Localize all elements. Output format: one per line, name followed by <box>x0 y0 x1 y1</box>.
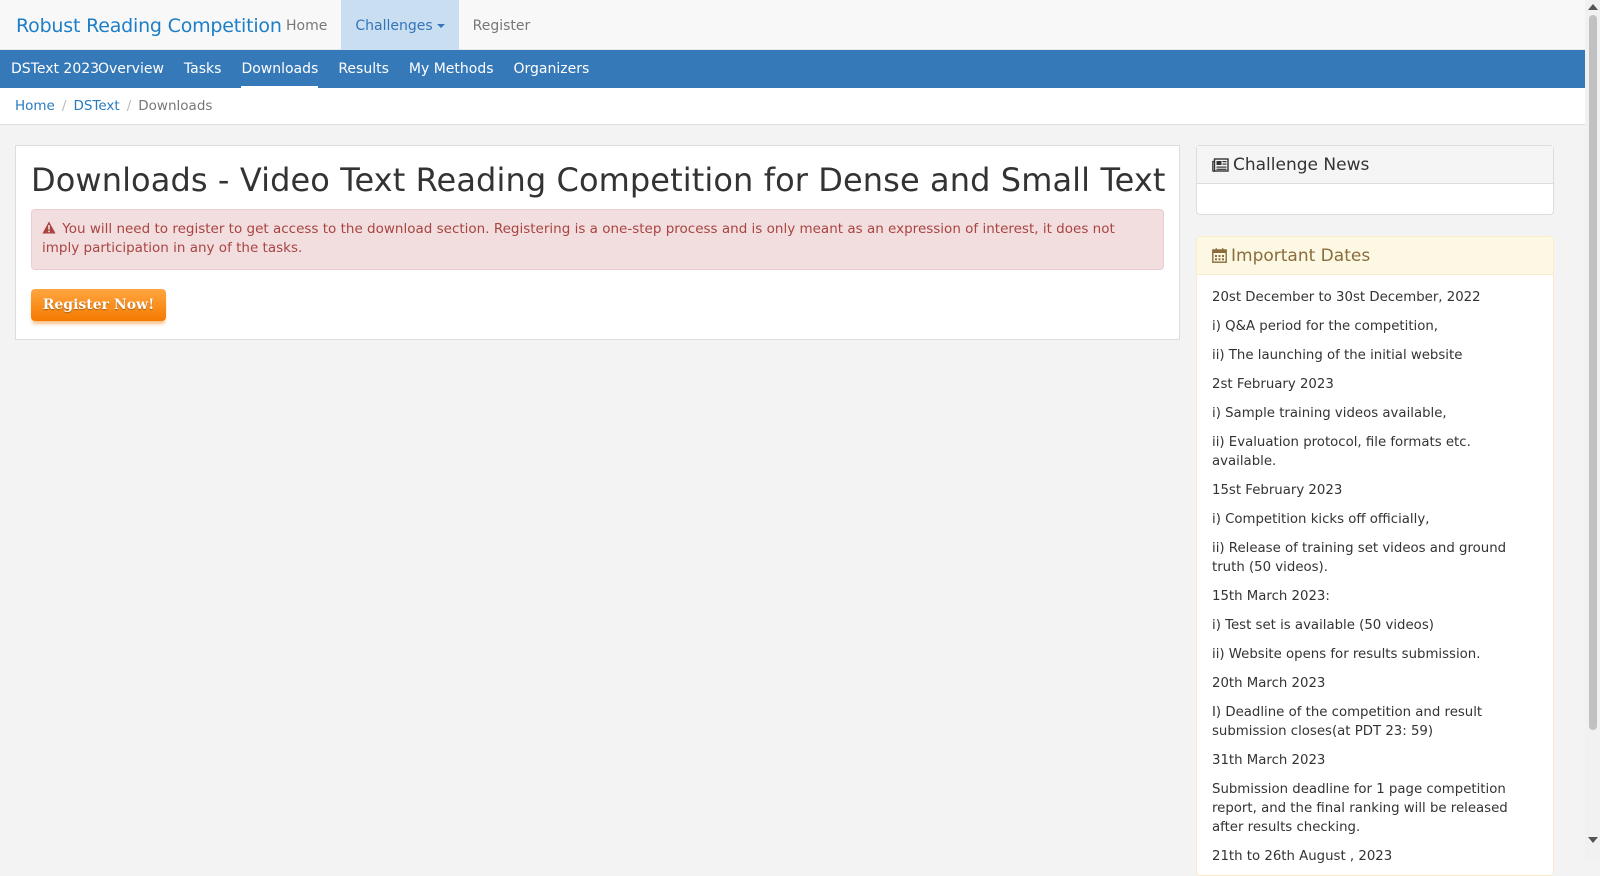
date-entry: i) Competition kicks off officially, <box>1212 512 1430 527</box>
challenge-news-header: Challenge News <box>1197 146 1553 184</box>
date-entry: ii) Release of training set videos and g… <box>1212 541 1507 575</box>
challenge-title[interactable]: DSText 2023 <box>11 61 99 77</box>
scroll-up-arrow-icon[interactable] <box>1588 4 1598 10</box>
top-nav: Home Challenges Register <box>272 0 544 50</box>
date-entry: ii) The launching of the initial website <box>1212 348 1463 363</box>
important-dates-list: 20st December to 30st December, 2022 i) … <box>1197 275 1553 866</box>
alert-text: You will need to register to get access … <box>42 221 1115 256</box>
page-title: Downloads - Video Text Reading Competiti… <box>31 161 1166 199</box>
date-entry: ii) Website opens for results submission… <box>1212 647 1481 662</box>
important-dates-header: Important Dates <box>1197 237 1553 275</box>
downloads-panel: Downloads - Video Text Reading Competiti… <box>15 145 1180 340</box>
tab-organizers[interactable]: Organizers <box>514 50 590 86</box>
date-entry: 15st February 2023 <box>1212 483 1343 498</box>
date-entry: 2st February 2023 <box>1212 377 1334 392</box>
register-alert: You will need to register to get access … <box>31 209 1164 270</box>
date-entry: 20th March 2023 <box>1212 676 1326 691</box>
important-dates-title: Important Dates <box>1231 246 1371 266</box>
tab-my-methods[interactable]: My Methods <box>409 50 494 86</box>
date-entry: 20st December to 30st December, 2022 <box>1212 290 1481 305</box>
breadcrumb-separator: / <box>126 98 132 114</box>
tab-tasks[interactable]: Tasks <box>184 50 222 86</box>
newspaper-icon <box>1212 158 1229 172</box>
nav-challenges-dropdown[interactable]: Challenges <box>341 0 459 50</box>
tab-overview[interactable]: Overview <box>98 50 164 86</box>
register-now-button[interactable]: Register Now! <box>31 289 166 321</box>
nav-register[interactable]: Register <box>459 0 545 50</box>
date-entry: Submission deadline for 1 page competiti… <box>1212 782 1508 835</box>
date-entry: I) Deadline of the competition and resul… <box>1212 705 1483 739</box>
tab-downloads[interactable]: Downloads <box>241 50 319 88</box>
tab-results[interactable]: Results <box>338 50 389 86</box>
breadcrumb-current: Downloads <box>138 98 213 114</box>
challenge-news-title: Challenge News <box>1233 155 1370 175</box>
date-entry: 31th March 2023 <box>1212 753 1326 768</box>
challenge-subnav: DSText 2023 Overview Tasks Downloads Res… <box>0 50 1585 88</box>
date-entry: i) Sample training videos available, <box>1212 406 1447 421</box>
challenge-news-panel: Challenge News <box>1196 145 1554 215</box>
nav-challenges-label: Challenges <box>355 18 433 34</box>
date-entry: i) Test set is available (50 videos) <box>1212 618 1434 633</box>
scroll-down-arrow-icon[interactable] <box>1588 837 1598 843</box>
breadcrumb-separator: / <box>61 98 67 114</box>
date-entry: 15th March 2023: <box>1212 589 1330 604</box>
brand-link[interactable]: Robust Reading Competition <box>16 15 282 37</box>
scrollbar-thumb[interactable] <box>1589 15 1597 730</box>
nav-home[interactable]: Home <box>272 0 341 50</box>
caret-down-icon <box>436 24 445 28</box>
date-entry: ii) Evaluation protocol, file formats et… <box>1212 435 1471 469</box>
warning-triangle-icon <box>42 221 56 234</box>
challenge-links: Overview Tasks Downloads Results My Meth… <box>98 50 609 88</box>
date-entry: i) Q&A period for the competition, <box>1212 319 1439 334</box>
breadcrumb: Home / DSText / Downloads <box>0 88 1585 125</box>
important-dates-panel: Important Dates 20st December to 30st De… <box>1196 236 1554 876</box>
breadcrumb-home[interactable]: Home <box>15 98 55 114</box>
breadcrumb-dstext[interactable]: DSText <box>73 98 119 114</box>
page-scrollbar[interactable] <box>1585 0 1600 861</box>
top-navbar: Robust Reading Competition Home Challeng… <box>0 0 1585 50</box>
date-entry: 21th to 26th August , 2023 <box>1212 849 1393 864</box>
calendar-icon <box>1212 248 1227 263</box>
